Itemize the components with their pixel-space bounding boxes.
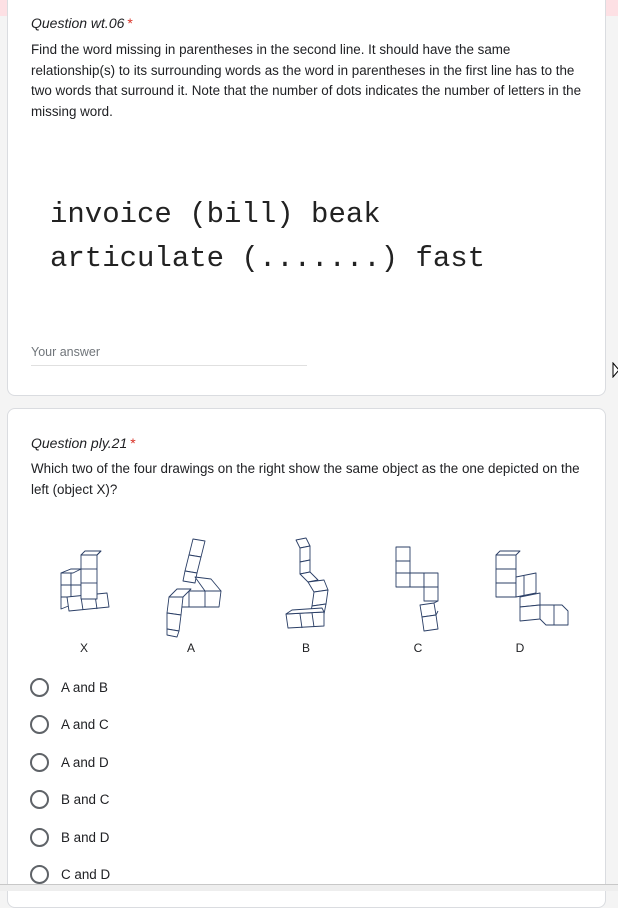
question-title-text: Question wt.06 bbox=[31, 15, 125, 31]
cube-object-c-icon bbox=[395, 546, 439, 632]
question-description: Find the word missing in parentheses in … bbox=[31, 42, 582, 119]
mouse-cursor-icon bbox=[612, 362, 618, 378]
option-b-and-d[interactable]: B and D bbox=[30, 825, 109, 849]
cube-object-b-icon bbox=[285, 537, 329, 629]
option-a-and-d[interactable]: A and D bbox=[30, 750, 109, 774]
option-label: B and C bbox=[61, 791, 110, 807]
option-label: A and C bbox=[61, 716, 109, 732]
question-title-text: Question ply.21 bbox=[31, 435, 128, 451]
puzzle-line-1: invoice (bill) beak bbox=[50, 198, 381, 231]
option-label: A and D bbox=[61, 754, 109, 770]
radio-button[interactable] bbox=[30, 789, 49, 809]
option-b-and-c[interactable]: B and C bbox=[30, 787, 109, 811]
answer-input[interactable] bbox=[31, 339, 307, 366]
question-title: Question ply.21 * bbox=[31, 435, 136, 451]
radio-button[interactable] bbox=[30, 864, 49, 884]
radio-button[interactable] bbox=[30, 677, 49, 697]
question-title: Question wt.06 * bbox=[31, 15, 133, 31]
figure-label-c: C bbox=[413, 641, 423, 655]
option-label: C and D bbox=[61, 866, 111, 882]
option-a-and-b[interactable]: A and B bbox=[30, 675, 108, 699]
option-a-and-c[interactable]: A and C bbox=[30, 712, 109, 736]
option-label: B and D bbox=[61, 829, 110, 845]
figure-label-a: A bbox=[186, 641, 195, 655]
figure-label-b: B bbox=[301, 641, 310, 655]
required-asterisk: * bbox=[130, 435, 136, 451]
radio-button[interactable] bbox=[30, 752, 49, 772]
puzzle-line-2: articulate (.......) fast bbox=[50, 242, 486, 275]
figure-label-d: D bbox=[515, 641, 525, 655]
radio-button[interactable] bbox=[30, 827, 49, 847]
cube-object-d-icon bbox=[495, 550, 569, 626]
radio-button[interactable] bbox=[30, 714, 49, 734]
question-card-wt06: Question wt.06 * Find the word missing in… bbox=[7, 0, 606, 396]
required-asterisk: * bbox=[127, 15, 133, 31]
option-label: A and B bbox=[61, 679, 108, 695]
question-card-ply21: Question ply.21 * Which two of the four d… bbox=[7, 408, 606, 908]
question-description: Which two of the four drawings on the ri… bbox=[31, 461, 580, 497]
cube-object-x-icon bbox=[60, 550, 110, 612]
option-c-and-d[interactable]: C and D bbox=[30, 862, 110, 886]
figure-label-x: X bbox=[79, 641, 88, 655]
cube-object-a-icon bbox=[166, 538, 222, 638]
